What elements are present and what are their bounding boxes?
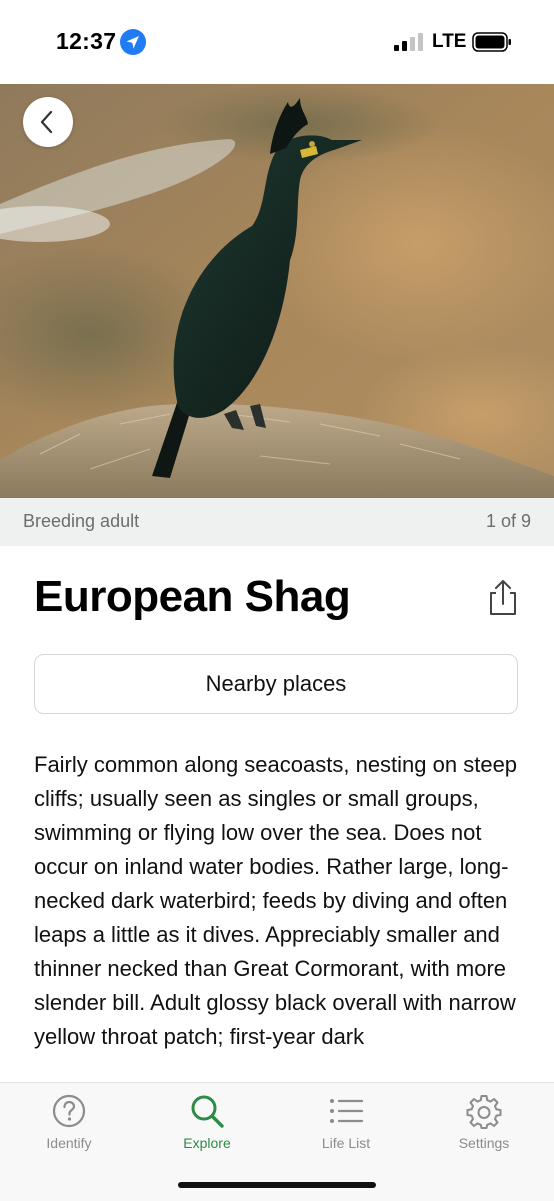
species-photo[interactable] <box>0 84 554 498</box>
home-indicator <box>178 1182 376 1188</box>
cellular-signal-icon <box>394 33 423 51</box>
share-button[interactable] <box>484 578 522 618</box>
tab-identify[interactable]: Identify <box>0 1083 138 1163</box>
tab-explore[interactable]: Explore <box>138 1083 276 1163</box>
question-circle-icon <box>52 1094 86 1128</box>
tab-settings-label: Settings <box>458 1135 510 1151</box>
search-icon <box>191 1095 224 1128</box>
status-time: 12:37 <box>56 28 117 54</box>
list-icon <box>330 1099 364 1123</box>
tab-explore-label: Explore <box>183 1135 231 1151</box>
species-name: European Shag <box>34 572 351 621</box>
chevron-left-icon <box>40 110 53 134</box>
tab-settings[interactable]: Settings <box>415 1083 553 1163</box>
photo-counter: 1 of 9 <box>485 511 531 531</box>
back-button[interactable] <box>23 97 73 147</box>
tab-life-list[interactable]: Life List <box>277 1083 415 1163</box>
tab-life-list-label: Life List <box>321 1135 371 1151</box>
share-icon <box>490 580 516 615</box>
status-bar: 12:37 LTE <box>0 0 554 84</box>
photo-caption: Breeding adult <box>23 511 140 531</box>
gear-icon <box>466 1095 502 1129</box>
tab-identify-label: Identify <box>46 1135 92 1151</box>
location-arrow-icon <box>120 29 146 55</box>
nearby-places-button[interactable]: Nearby places <box>34 654 518 714</box>
network-type: LTE <box>432 31 467 52</box>
photo-caption-bar: Breeding adult 1 of 9 <box>0 498 554 546</box>
bird-photo-illustration <box>0 84 554 498</box>
battery-icon <box>472 32 511 52</box>
species-description: Fairly common along seacoasts, nesting o… <box>34 752 518 1049</box>
